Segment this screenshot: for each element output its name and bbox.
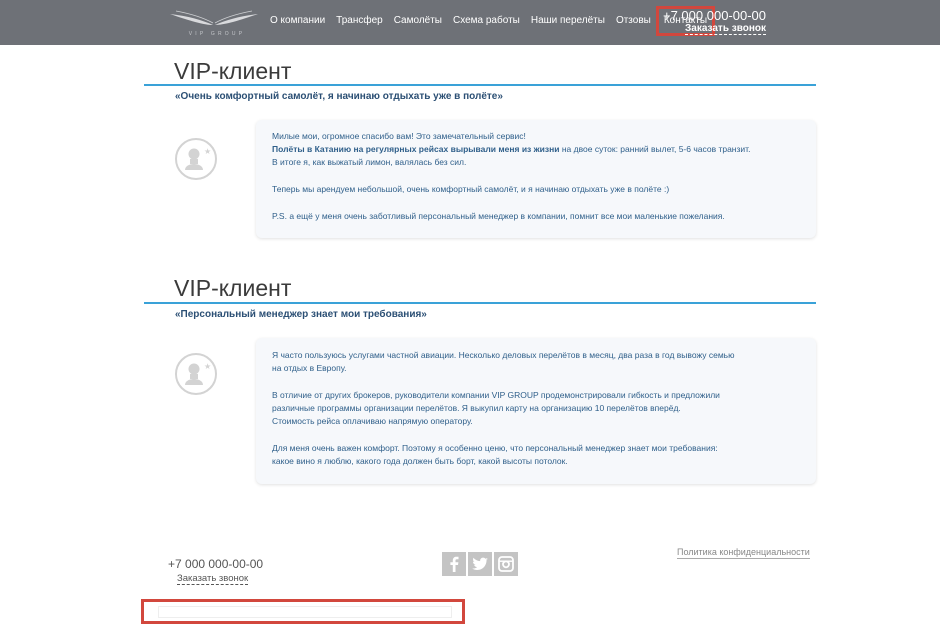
review-card: Милые мои, огромное спасибо вам! Это зам… — [256, 120, 816, 238]
review-title: VIP-клиент — [174, 275, 292, 301]
footer-phone[interactable]: +7 000 000-00-00 — [168, 557, 263, 571]
review-text-line: Для меня очень важен комфорт. Поэтому я … — [272, 443, 718, 453]
review-title: VIP-клиент — [174, 58, 292, 84]
footer-callback-link[interactable]: Заказать звонок — [177, 573, 249, 585]
twitter-icon[interactable] — [468, 552, 492, 576]
svg-text:★: ★ — [204, 362, 211, 371]
title-underline — [144, 84, 816, 86]
facebook-icon[interactable] — [442, 552, 466, 576]
review-text-line: В итоге я, как выжатый лимон, валялась б… — [272, 157, 467, 167]
avatar: ★ — [175, 353, 217, 395]
nav-item-about[interactable]: О компании — [270, 10, 325, 32]
review-text-line: различные программы организации перелёто… — [272, 403, 681, 413]
review-text-line: какое вино я люблю, какого года должен б… — [272, 456, 568, 466]
review-text-line: P.S. а ещё у меня очень заботливый персо… — [272, 211, 725, 221]
review-text-line: на отдых в Европу. — [272, 363, 347, 373]
review-text-line: Милые мои, огромное спасибо вам! Это зам… — [272, 131, 526, 141]
wings-logo-icon — [170, 10, 258, 25]
top-navigation-bar: VIP GROUP О компании Трансфер Самолёты С… — [0, 0, 940, 45]
svg-text:★: ★ — [204, 147, 211, 156]
instagram-icon[interactable] — [494, 552, 518, 576]
highlighted-empty-area[interactable] — [141, 599, 465, 624]
review-text-bold: Полёты в Катанию на регулярных рейсах вы… — [272, 144, 560, 154]
nav-item-reviews[interactable]: Отзовы — [616, 10, 651, 32]
title-underline — [144, 302, 816, 304]
review-text-line: Стоимость рейса оплачиваю напрямую опера… — [272, 416, 473, 426]
nav-item-planes[interactable]: Самолёты — [394, 10, 442, 32]
privacy-policy-link[interactable]: Политика конфиденциальности — [677, 547, 810, 559]
header-phone[interactable]: +7 000 000-00-00 — [663, 8, 766, 23]
user-placeholder-icon: ★ — [185, 362, 211, 385]
review-text-line: Я часто пользуюсь услугами частной авиац… — [272, 350, 735, 360]
nav-item-transfer[interactable]: Трансфер — [336, 10, 383, 32]
review-subtitle: «Очень комфортный самолёт, я начинаю отд… — [175, 91, 503, 102]
review-card: Я часто пользуюсь услугами частной авиац… — [256, 338, 816, 484]
review-text-rest: на двое суток: ранний вылет, 5-6 часов т… — [559, 144, 751, 154]
empty-input-area[interactable] — [158, 606, 452, 618]
nav-item-workflow[interactable]: Схема работы — [453, 10, 520, 32]
review-text-line: В отличие от других брокеров, руководите… — [272, 390, 720, 400]
nav-item-flights[interactable]: Наши перелёты — [531, 10, 605, 32]
logo-text: VIP GROUP — [188, 31, 246, 37]
review-subtitle: «Персональный менеджер знает мои требова… — [175, 309, 427, 320]
avatar: ★ — [175, 138, 217, 180]
main-nav: О компании Трансфер Самолёты Схема работ… — [270, 6, 722, 36]
social-links — [442, 552, 520, 576]
header-callback-link[interactable]: Заказать звонок — [685, 23, 766, 35]
vip-group-logo[interactable]: VIP GROUP — [168, 8, 260, 40]
review-text-line: Полёты в Катанию на регулярных рейсах вы… — [272, 143, 750, 157]
user-placeholder-icon: ★ — [185, 147, 211, 170]
review-text-line: Теперь мы арендуем небольшой, очень комф… — [272, 184, 670, 194]
